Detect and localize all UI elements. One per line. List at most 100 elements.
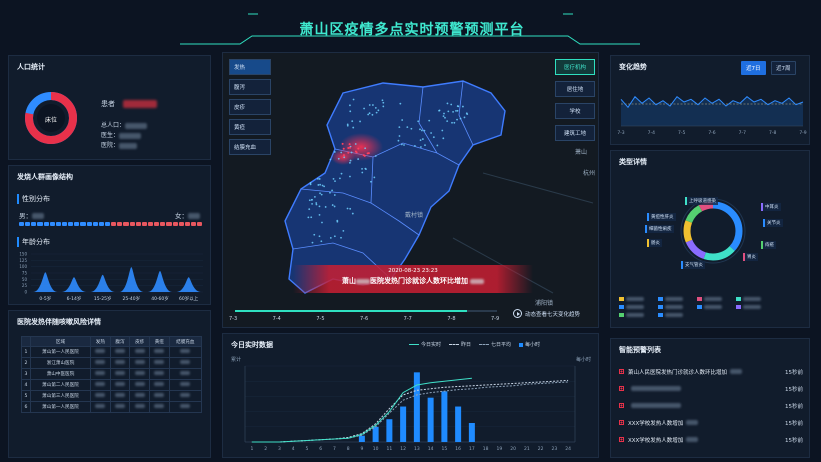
hospital-name-cell: 萧山中医医院 [29, 368, 92, 380]
type-legend-item[interactable] [619, 305, 652, 309]
legend-item[interactable]: 今日实时 [409, 341, 441, 348]
filter-diarrhea-button[interactable]: 腹泻 [229, 79, 271, 95]
timeline-day[interactable]: 7-8 [447, 316, 455, 322]
tab-7-days[interactable]: 近7日 [741, 61, 766, 75]
masked-value [115, 393, 126, 397]
alert-item[interactable]: 萧山人民医院发热门诊就诊人数环比增加 15秒前 [619, 363, 805, 380]
alert-time: 2020-08-23 23:23 [388, 268, 438, 274]
legend-item[interactable]: 昨日 [449, 341, 471, 348]
population-title: 人口统计 [17, 63, 45, 71]
rt-x-tick: 5 [305, 446, 308, 452]
rank-cell: 1 [21, 346, 31, 358]
masked-value [154, 360, 165, 364]
masked-value [115, 349, 126, 353]
alerts-panel: 智能预警列表 萧山人民医院发热门诊就诊人数环比增加 15秒前 15秒前 15秒前 XXX… [610, 338, 810, 458]
age-peak [119, 267, 144, 292]
masked-label [665, 297, 683, 301]
legend-item[interactable]: 七日平均 [479, 341, 511, 348]
masked-value [154, 382, 165, 386]
rt-x-tick: 24 [565, 446, 571, 452]
type-legend-item[interactable] [658, 313, 691, 317]
table-row[interactable]: 6 萧山第一人民医院 [21, 401, 203, 413]
change-trend-title: 变化趋势 [619, 63, 647, 71]
rt-x-tick: 3 [278, 446, 281, 452]
filter-location-1-button[interactable]: 居住地 [555, 81, 595, 97]
alert-indicator [619, 403, 624, 408]
filter-rash-button[interactable]: 皮疹 [229, 99, 271, 115]
timeline-day[interactable]: 7-4 [273, 316, 281, 322]
rank-cell: 3 [21, 368, 31, 380]
alert-item[interactable]: 15秒前 [619, 397, 805, 414]
tab-7-weeks[interactable]: 近7周 [771, 61, 796, 75]
risk-value-cell [109, 368, 131, 380]
table-header-cell: 发热 [90, 336, 111, 347]
rt-x-tick: 2 [264, 446, 267, 452]
type-legend-item[interactable] [619, 297, 652, 301]
filter-conjunctivitis-button[interactable]: 结膜充血 [229, 139, 271, 155]
alert-item[interactable]: XXX学校发热人数增加 15秒前 [619, 431, 805, 448]
gender-segment [123, 222, 129, 226]
alert-item[interactable]: 15秒前 [619, 380, 805, 397]
hospital-risk-table: 区域 发热 腹泻 皮疹 黄疸 结膜充血 1 萧山第一人民医院 2 浙江萧山医院 3 萧山中医医院 4 萧… [21, 336, 203, 413]
alert-text: 萧山人民医院发热门诊就诊人数环比增加 [628, 369, 728, 376]
rt-x-tick: 9 [360, 446, 363, 452]
type-legend-item[interactable] [736, 297, 769, 301]
risk-value-cell [148, 379, 170, 391]
patients-row: 患者 [101, 99, 158, 109]
table-row[interactable]: 2 浙江萧山医院 [21, 357, 203, 369]
legend-item[interactable]: 每小时 [519, 341, 540, 348]
alert-indicator [619, 369, 624, 374]
filter-location-2-button[interactable]: 学校 [555, 103, 595, 119]
risk-value-cell [109, 357, 131, 369]
alert-item[interactable]: XXX学校发热人数增加 15秒前 [619, 414, 805, 431]
district-shape [284, 80, 506, 294]
timeline[interactable]: 7-3 7-4 7-5 7-6 7-7 7-8 7-9 [229, 307, 505, 325]
gender-segment [80, 222, 86, 226]
timeline-day[interactable]: 7-3 [229, 316, 237, 322]
risk-value-cell [168, 357, 203, 369]
play-trend-button[interactable]: 动态查看七天变化趋势 [513, 309, 580, 318]
trend-x-tick: 7-7 [739, 130, 746, 136]
rt-x-tick: 10 [373, 446, 379, 452]
rt-x-tick: 17 [469, 446, 475, 452]
realtime-panel: 今日实时数据 今日实时 昨日 七日平均 每小时 累计 每小时 1 2 3 4 5 6 7 8 9 10 1… [222, 333, 599, 458]
legend-swatch [619, 313, 624, 317]
type-legend-item[interactable] [697, 297, 730, 301]
legend-swatch [519, 342, 524, 347]
table-row[interactable]: 1 萧山第一人民医院 [21, 346, 203, 358]
timeline-day[interactable]: 7-7 [404, 316, 412, 322]
legend-swatch [658, 313, 663, 317]
map-label-hangzhou: 杭州 [583, 170, 596, 177]
filter-jaundice-button[interactable]: 黄疸 [229, 119, 271, 135]
gender-ratio-bar [19, 222, 203, 226]
type-legend-item[interactable] [697, 305, 730, 309]
masked-value [115, 404, 126, 408]
table-row[interactable]: 3 萧山中医医院 [21, 368, 203, 380]
timeline-day[interactable]: 7-6 [360, 316, 368, 322]
table-row[interactable]: 4 萧山第二人民医院 [21, 379, 203, 391]
female-label: 女： [175, 212, 188, 220]
rt-bar [441, 391, 448, 442]
masked-text [686, 420, 699, 425]
risk-value-cell [148, 368, 170, 380]
timeline-day[interactable]: 7-5 [316, 316, 324, 322]
gender-segment [190, 222, 197, 226]
risk-value-cell [148, 357, 170, 369]
rt-x-tick: 12 [400, 446, 406, 452]
filter-fever-button[interactable]: 发热 [229, 59, 271, 75]
legend-swatch [658, 305, 663, 309]
map-label-xiaoshan: 萧山 [575, 149, 588, 156]
rt-bar [400, 406, 407, 442]
hospital-name-cell: 萧山第二人民医院 [29, 379, 92, 391]
type-legend-item[interactable] [658, 305, 691, 309]
filter-location-3-button[interactable]: 建筑工地 [555, 125, 595, 141]
timeline-day[interactable]: 7-9 [491, 316, 499, 322]
type-legend-item[interactable] [619, 313, 652, 317]
table-row[interactable]: 5 萧山第三人民医院 [21, 390, 203, 402]
type-legend-item[interactable] [736, 305, 769, 309]
filter-location-0-button[interactable]: 医疗机构 [555, 59, 595, 75]
type-legend-item[interactable] [658, 297, 691, 301]
table-header-cell: 区域 [29, 336, 92, 347]
risk-value-cell [168, 390, 203, 402]
rt-x-tick: 20 [510, 446, 516, 452]
